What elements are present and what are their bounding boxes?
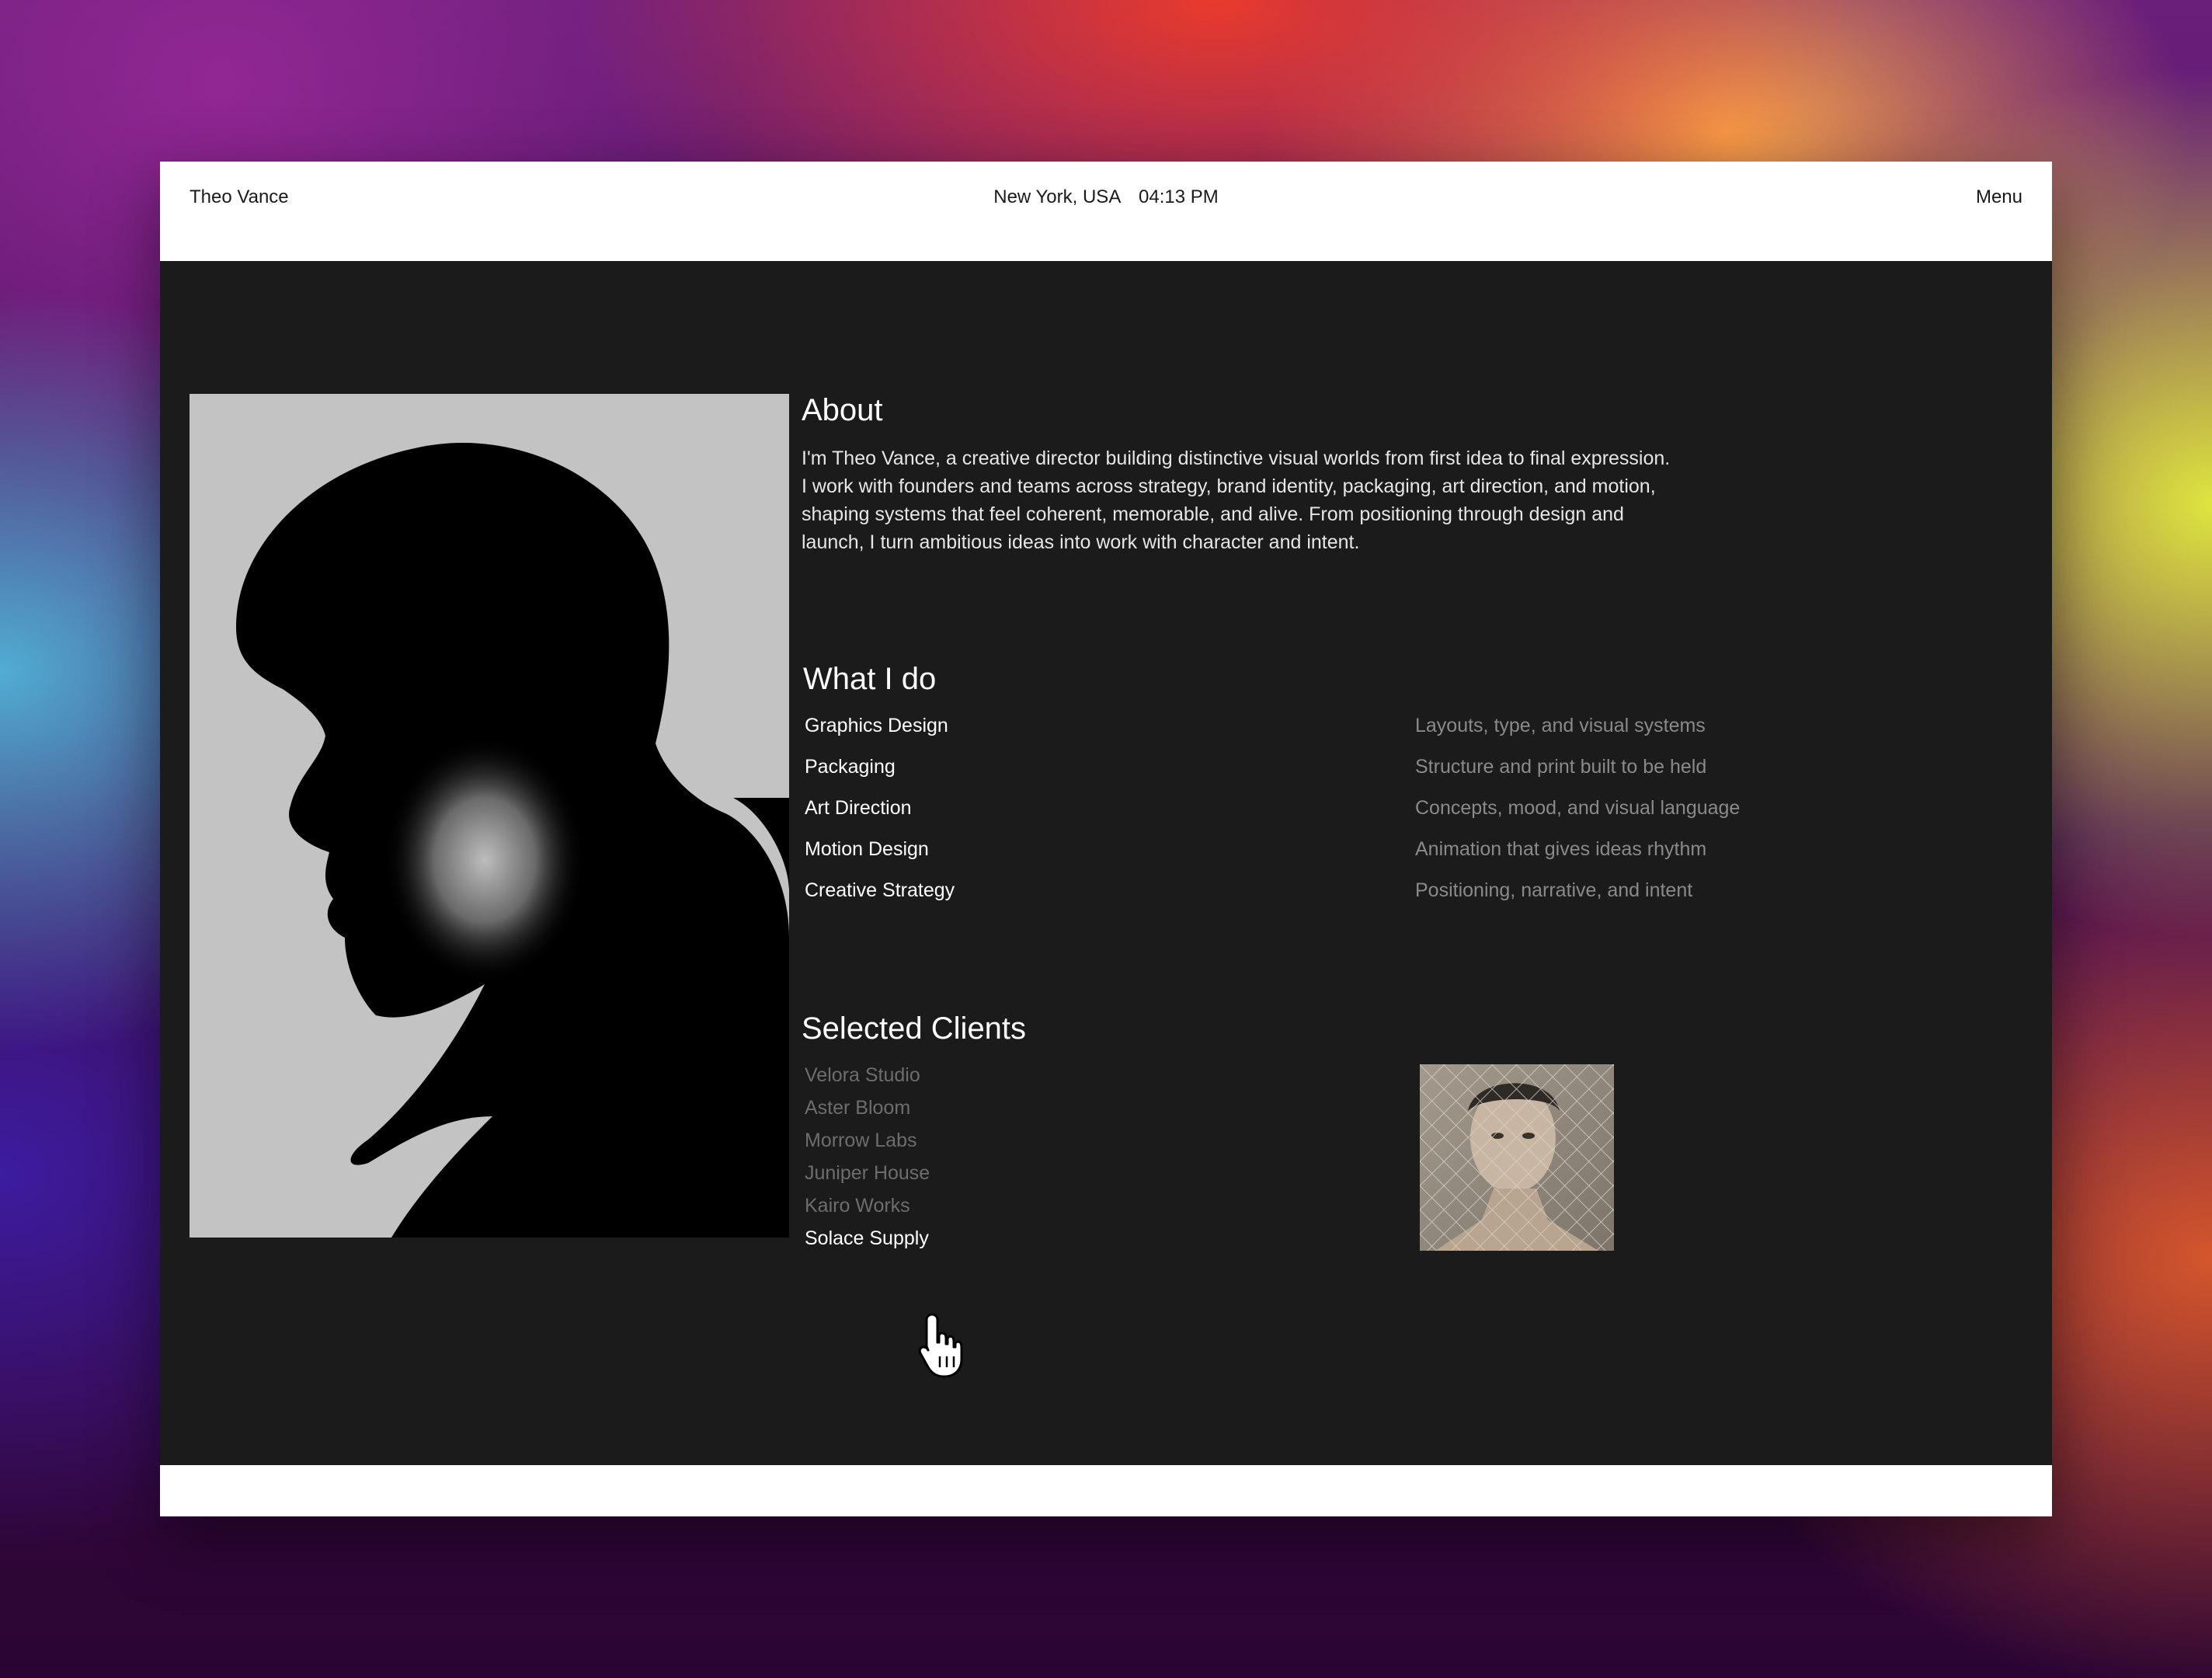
service-packaging[interactable]: Packaging xyxy=(805,756,896,778)
service-description: Structure and print built to be held xyxy=(1415,756,1707,778)
service-motion-design[interactable]: Motion Design xyxy=(805,838,929,861)
about-heading: About xyxy=(802,393,883,427)
client-item[interactable]: Kairo Works xyxy=(805,1195,910,1217)
hand-pointer-icon xyxy=(918,1313,963,1378)
menu-button[interactable]: Menu xyxy=(1976,186,2022,208)
browser-window: Theo Vance New York, USA 04:13 PM Menu A… xyxy=(160,162,2052,1516)
service-description: Concepts, mood, and visual language xyxy=(1415,797,1741,819)
services-heading: What I do xyxy=(803,662,937,696)
portrait-image xyxy=(190,394,789,1238)
about-line: I work with founders and teams across st… xyxy=(802,475,1656,497)
client-item[interactable]: Juniper House xyxy=(805,1162,930,1185)
service-art-direction[interactable]: Art Direction xyxy=(805,797,912,820)
about-text: I'm Theo Vance, a creative director buil… xyxy=(802,444,1749,556)
location-label: New York, USA xyxy=(993,186,1122,207)
client-item[interactable]: Morrow Labs xyxy=(805,1130,917,1152)
service-graphics-design[interactable]: Graphics Design xyxy=(805,715,948,737)
service-description: Positioning, narrative, and intent xyxy=(1415,879,1693,901)
client-item-active[interactable]: Solace Supply xyxy=(805,1227,929,1250)
client-item[interactable]: Velora Studio xyxy=(805,1064,920,1087)
about-line: I'm Theo Vance, a creative director buil… xyxy=(802,447,1671,469)
location-time: New York, USA 04:13 PM xyxy=(160,186,2052,208)
about-line: launch, I turn ambitious ideas into work… xyxy=(802,531,1360,553)
clients-heading: Selected Clients xyxy=(802,1011,1027,1046)
service-creative-strategy[interactable]: Creative Strategy xyxy=(805,879,955,902)
service-description: Layouts, type, and visual systems xyxy=(1415,715,1706,736)
service-description: Animation that gives ideas rhythm xyxy=(1415,838,1707,860)
site-header: Theo Vance New York, USA 04:13 PM Menu xyxy=(160,162,2052,261)
client-item[interactable]: Aster Bloom xyxy=(805,1097,910,1119)
time-label: 04:13 PM xyxy=(1139,186,1219,207)
footer-bar xyxy=(160,1465,2052,1516)
client-preview-image xyxy=(1420,1064,1614,1251)
about-line: shaping systems that feel coherent, memo… xyxy=(802,503,1624,525)
